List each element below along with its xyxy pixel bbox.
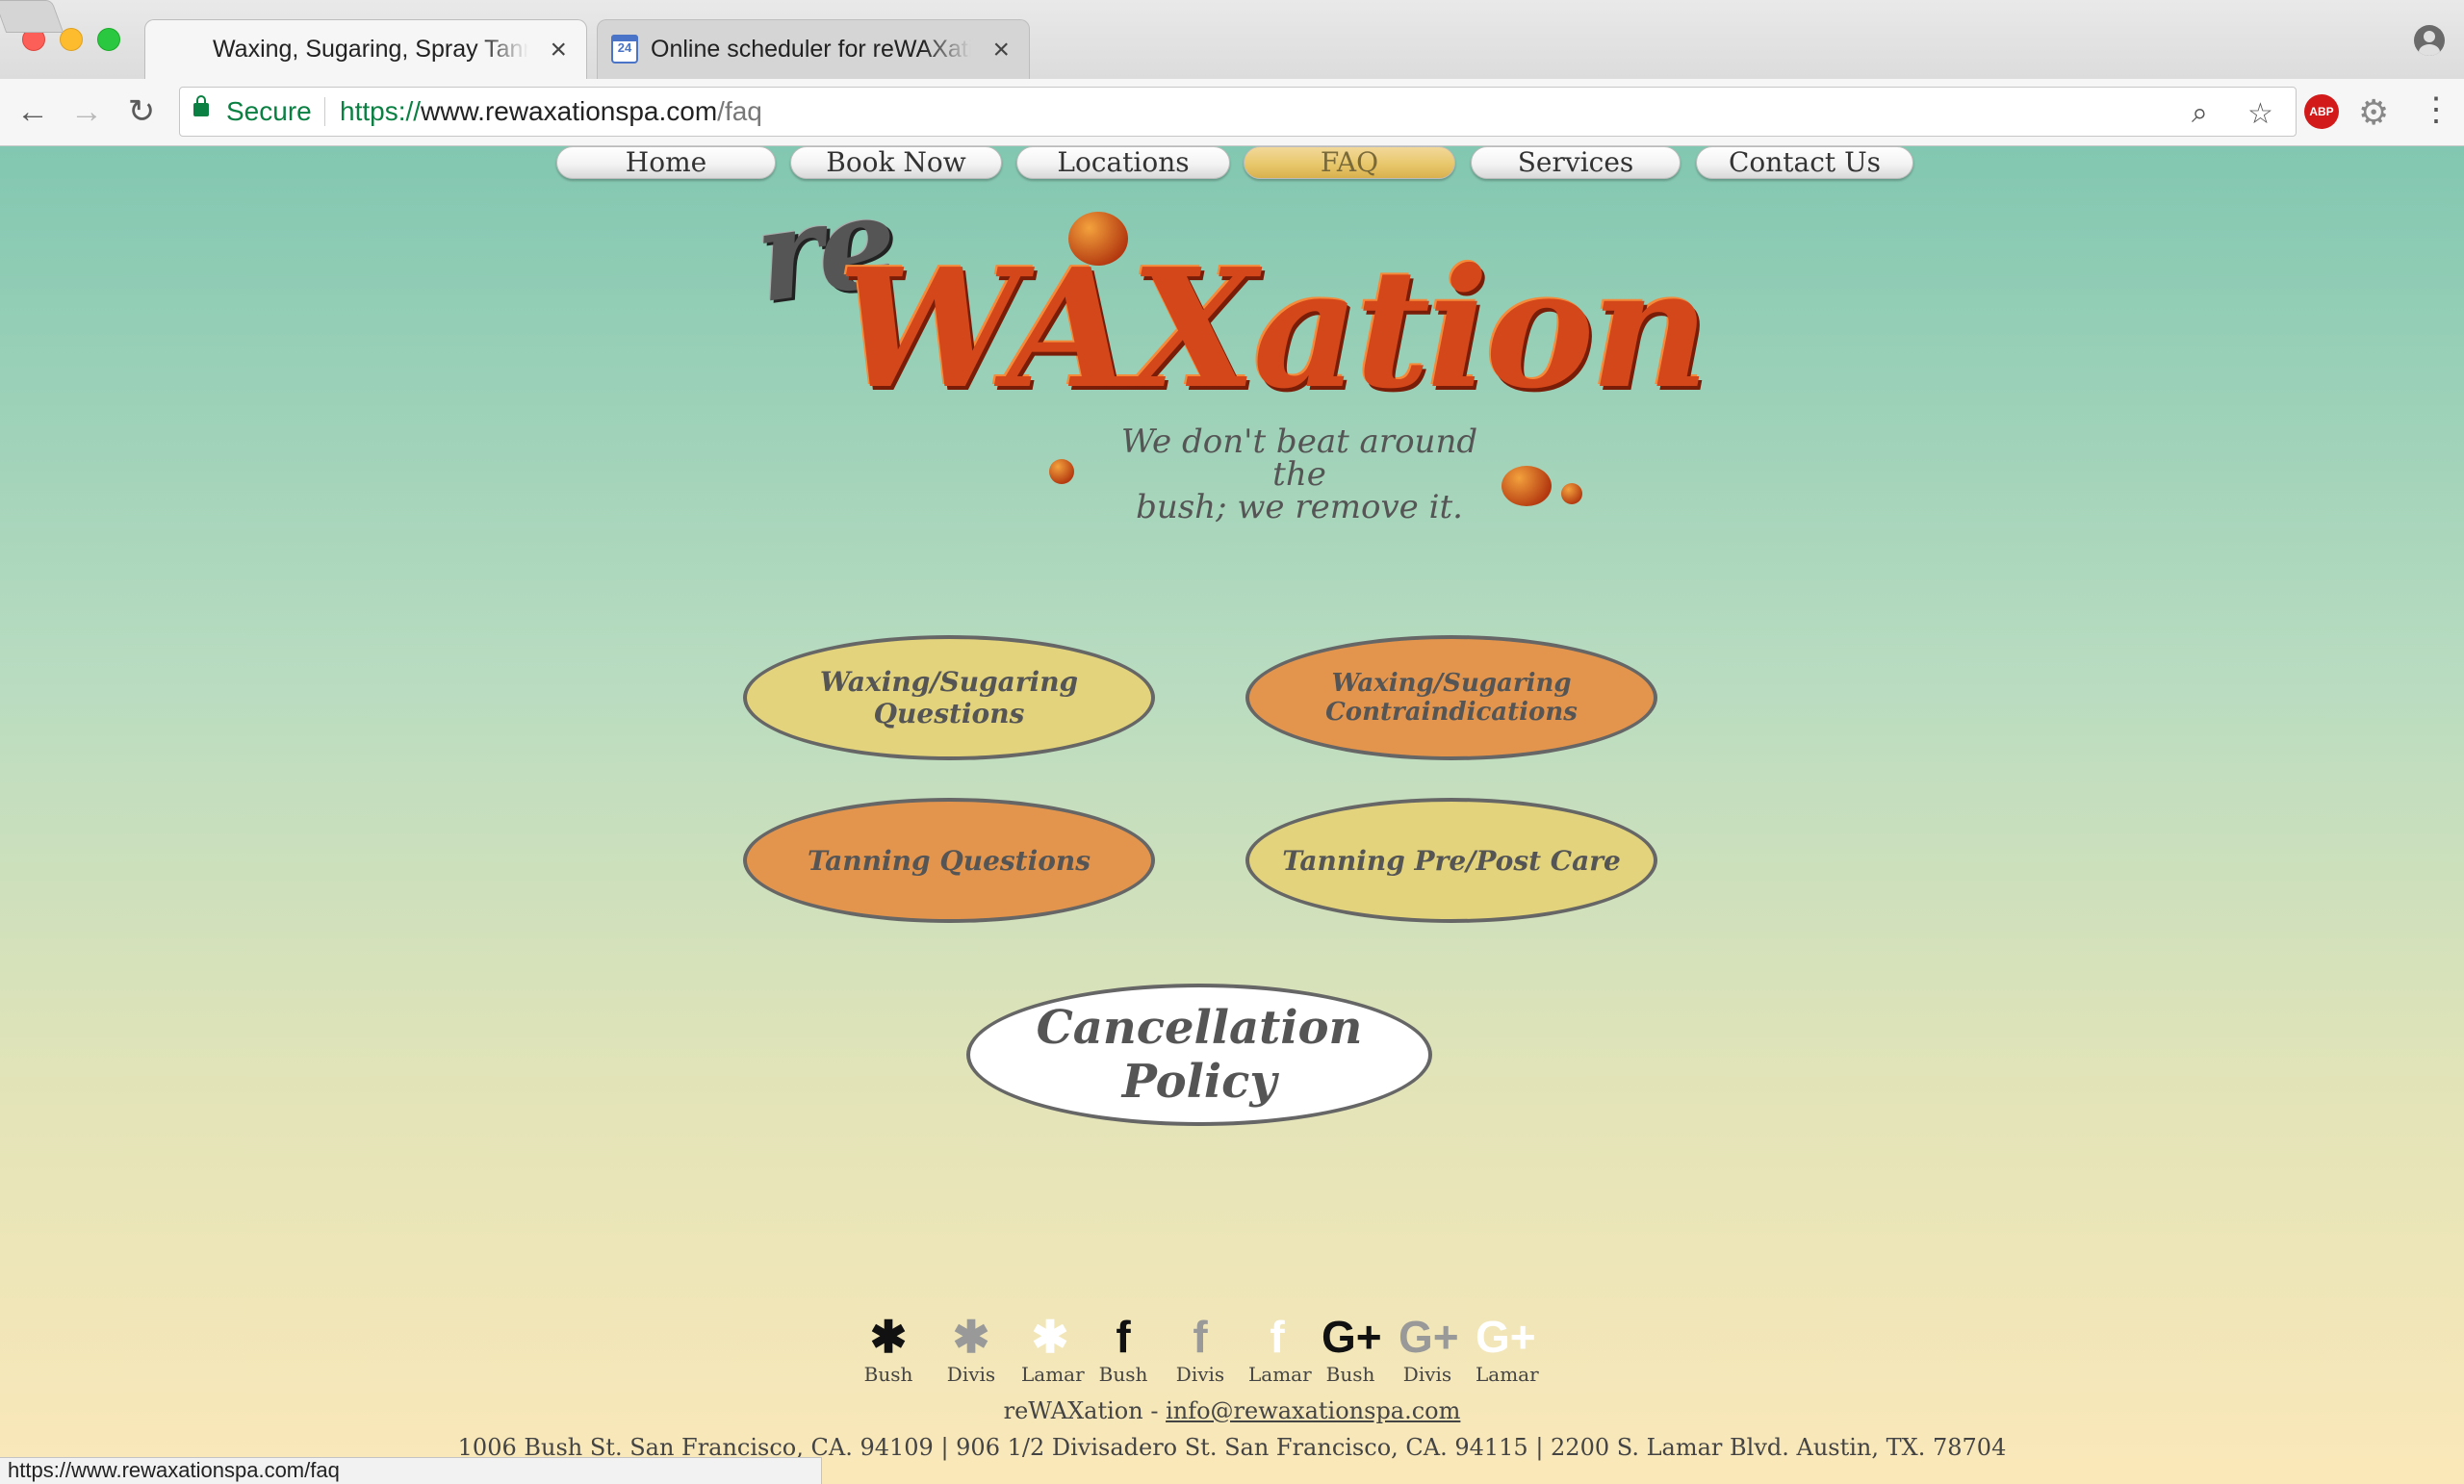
- social-yelp-divis[interactable]: ✱ Divis: [942, 1311, 1000, 1386]
- social-label: Lamar: [1021, 1363, 1085, 1386]
- tagline-line-2: bush; we remove it.: [1136, 488, 1463, 526]
- google-plus-icon: G+: [1322, 1312, 1382, 1362]
- social-label: Bush: [863, 1363, 913, 1386]
- footer-contact: reWAXation - info@rewaxationspa.com: [0, 1397, 2464, 1424]
- new-tab-button[interactable]: [0, 0, 64, 33]
- yelp-icon: ✱: [869, 1312, 908, 1362]
- social-label: Divis: [1175, 1363, 1225, 1386]
- url-host: www.rewaxationspa.com: [421, 96, 718, 126]
- facebook-icon: f: [1116, 1312, 1131, 1362]
- browser-menu-icon[interactable]: ⋮: [2420, 90, 2452, 129]
- contraindications-button[interactable]: Waxing/Sugaring Contraindications: [1245, 635, 1657, 760]
- adblock-icon[interactable]: ABP: [2304, 94, 2339, 129]
- maximize-window-button[interactable]: [97, 28, 120, 51]
- browser-titlebar: Waxing, Sugaring, Spray Tanning × 24 Onl…: [0, 0, 2464, 79]
- tab-close-icon[interactable]: ×: [550, 34, 567, 66]
- social-facebook-lamar[interactable]: f Lamar: [1248, 1311, 1312, 1386]
- forward-button[interactable]: →: [67, 92, 106, 131]
- page-content: re WAXation We don't beat around the bus…: [0, 146, 2464, 1484]
- footer-email-link[interactable]: info@rewaxationspa.com: [1166, 1397, 1460, 1424]
- social-label: Bush: [1098, 1363, 1148, 1386]
- tab-title: Online scheduler for reWAXation: [651, 36, 971, 63]
- social-label: Lamar: [1248, 1363, 1312, 1386]
- tanning-questions-button[interactable]: Tanning Questions: [743, 798, 1155, 923]
- address-bar[interactable]: Secure https://www.rewaxationspa.com/faq…: [179, 87, 2297, 137]
- tanning-care-button[interactable]: Tanning Pre/Post Care: [1245, 798, 1657, 923]
- social-label: Bush: [1325, 1363, 1375, 1386]
- yelp-icon: ✱: [952, 1312, 990, 1362]
- nav-contact-us[interactable]: Contact Us: [1696, 146, 1913, 179]
- tab-waxing[interactable]: Waxing, Sugaring, Spray Tanning ×: [144, 19, 587, 79]
- nav-book-now[interactable]: Book Now: [790, 146, 1002, 179]
- browser-toolbar: ← → ↻ Secure https://www.rewaxationspa.c…: [0, 79, 2464, 146]
- divider: [324, 97, 325, 126]
- logo-wax-text: WAXation: [837, 233, 1709, 425]
- nav-locations[interactable]: Locations: [1016, 146, 1230, 179]
- yelp-icon: ✱: [1031, 1312, 1069, 1362]
- social-yelp-bush[interactable]: ✱ Bush: [860, 1311, 917, 1386]
- tab-close-icon[interactable]: ×: [992, 34, 1010, 66]
- footer-business-name: reWAXation -: [1003, 1397, 1167, 1424]
- zoom-icon[interactable]: ⌕: [2192, 97, 2208, 130]
- profile-icon[interactable]: [2414, 25, 2445, 56]
- url-text[interactable]: https://www.rewaxationspa.com/faq: [340, 96, 762, 127]
- social-label: Divis: [1402, 1363, 1452, 1386]
- extension-gear-icon[interactable]: ⚙: [2358, 92, 2389, 133]
- wax-drop-icon: [1561, 483, 1582, 504]
- status-bar-url: https://www.rewaxationspa.com/faq: [0, 1457, 822, 1484]
- social-label: Divis: [946, 1363, 996, 1386]
- url-scheme: https://: [340, 96, 422, 126]
- lock-icon: [193, 95, 209, 116]
- reload-button[interactable]: ↻: [122, 92, 161, 131]
- wax-drop-icon: [1068, 212, 1128, 266]
- back-button[interactable]: ←: [13, 92, 52, 131]
- waxing-questions-button[interactable]: Waxing/Sugaring Questions: [743, 635, 1155, 760]
- facebook-icon: f: [1193, 1312, 1208, 1362]
- wax-drop-icon: [1502, 466, 1552, 506]
- google-plus-icon: G+: [1399, 1312, 1459, 1362]
- social-googleplus-divis[interactable]: G+ Divis: [1399, 1311, 1459, 1386]
- calendar-icon: 24: [611, 35, 638, 64]
- facebook-icon: f: [1270, 1312, 1285, 1362]
- bookmark-star-icon[interactable]: ☆: [2247, 97, 2273, 131]
- cancellation-policy-button[interactable]: Cancellation Policy: [966, 984, 1432, 1126]
- social-yelp-lamar[interactable]: ✱ Lamar: [1021, 1311, 1085, 1386]
- tab-scheduler[interactable]: 24 Online scheduler for reWAXation ×: [597, 19, 1030, 79]
- tagline-line-1: We don't beat around the: [1120, 422, 1478, 494]
- wax-drop-icon: [1049, 459, 1074, 484]
- nav-services[interactable]: Services: [1471, 146, 1681, 179]
- nav-faq[interactable]: FAQ: [1244, 146, 1455, 179]
- logo-tagline: We don't beat around the bush; we remove…: [1107, 425, 1492, 524]
- site-logo[interactable]: re WAXation We don't beat around the bus…: [741, 166, 1709, 524]
- social-facebook-bush[interactable]: f Bush: [1094, 1311, 1152, 1386]
- tab-title: Waxing, Sugaring, Spray Tanning: [213, 36, 528, 63]
- social-label: Lamar: [1476, 1363, 1539, 1386]
- nav-home[interactable]: Home: [556, 146, 776, 179]
- social-googleplus-bush[interactable]: G+ Bush: [1322, 1311, 1382, 1386]
- google-plus-icon: G+: [1476, 1312, 1536, 1362]
- social-facebook-divis[interactable]: f Divis: [1171, 1311, 1229, 1386]
- url-path: /faq: [717, 96, 762, 126]
- secure-label: Secure: [226, 96, 312, 126]
- social-googleplus-lamar[interactable]: G+ Lamar: [1476, 1311, 1539, 1386]
